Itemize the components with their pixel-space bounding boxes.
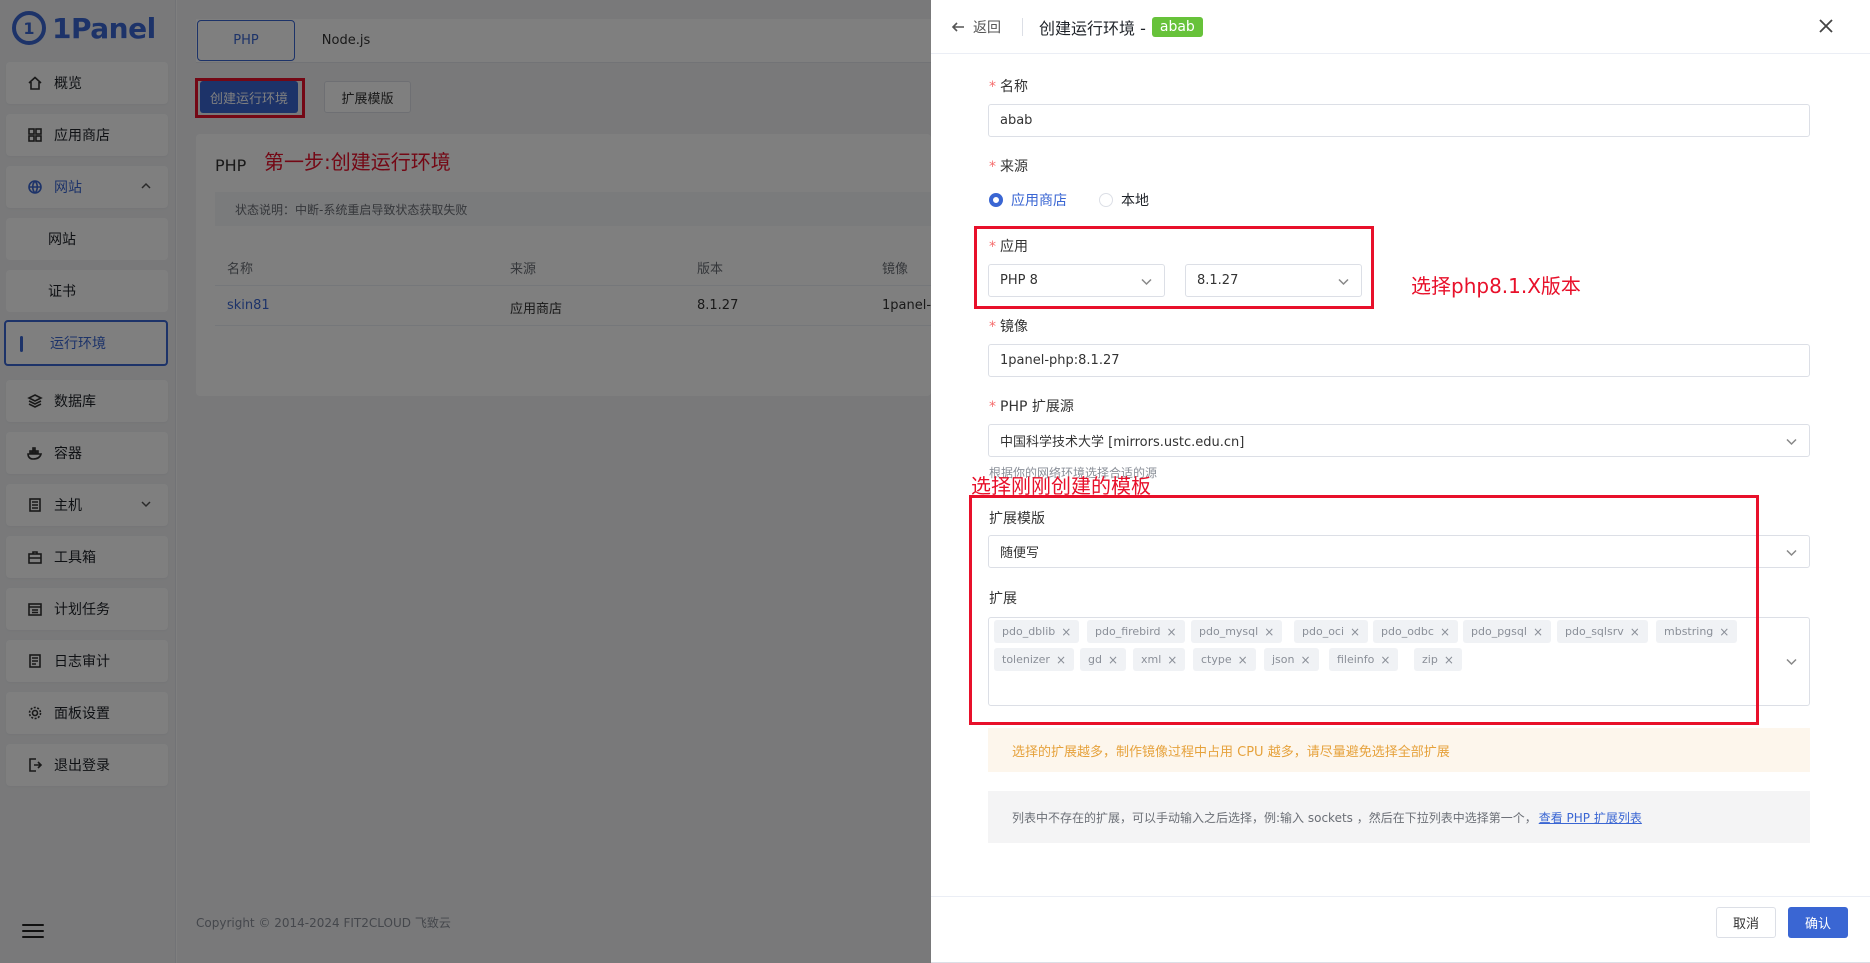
template-select[interactable]: 随便写: [988, 535, 1810, 568]
annotation-template: 选择刚刚创建的模板: [971, 474, 1151, 498]
extension-tag: pdo_mysql ×: [1191, 620, 1283, 643]
image-label: * 镜像: [989, 319, 1028, 335]
back-label: 返回: [973, 20, 1001, 36]
chevron-down-icon: [1786, 436, 1797, 447]
annotation-version: 选择php8.1.X版本: [1411, 274, 1581, 298]
ext-source-select[interactable]: 中国科学技术大学 [mirrors.ustc.edu.cn]: [988, 424, 1810, 457]
php-extension-list-link[interactable]: 查看 PHP 扩展列表: [1539, 809, 1642, 826]
extension-tag: tolenizer ×: [994, 648, 1075, 671]
name-input[interactable]: abab: [988, 104, 1810, 137]
arrow-left-icon: [951, 22, 964, 32]
extension-tag: mbstring ×: [1656, 620, 1738, 643]
close-icon[interactable]: ×: [1444, 653, 1454, 667]
source-radio-local[interactable]: 本地: [1099, 190, 1149, 210]
chevron-down-icon: [1338, 276, 1349, 287]
modal-mask[interactable]: [0, 0, 931, 963]
app-label: * 应用: [989, 239, 1028, 255]
extension-tag: json ×: [1264, 648, 1319, 671]
extension-tag: pdo_pgsql ×: [1463, 620, 1551, 643]
extension-tag: pdo_firebird ×: [1087, 620, 1185, 643]
close-icon[interactable]: ×: [1108, 653, 1118, 667]
extension-tag: pdo_odbc ×: [1373, 620, 1458, 643]
chevron-down-icon: [1141, 276, 1152, 287]
close-icon[interactable]: ×: [1167, 653, 1177, 667]
extension-tag: xml ×: [1133, 648, 1186, 671]
source-radio-group: 应用商店 本地: [989, 190, 1149, 210]
image-input[interactable]: 1panel-php:8.1.27: [988, 344, 1810, 377]
close-icon[interactable]: ×: [1533, 625, 1543, 639]
cancel-button[interactable]: 取消: [1716, 907, 1776, 938]
close-icon[interactable]: [1818, 18, 1834, 34]
extension-tag: gd ×: [1080, 648, 1127, 671]
close-icon[interactable]: ×: [1061, 625, 1071, 639]
extension-tag: fileinfo ×: [1329, 648, 1399, 671]
confirm-button[interactable]: 确认: [1788, 907, 1848, 938]
close-icon[interactable]: ×: [1264, 625, 1274, 639]
chevron-down-icon: [1786, 656, 1797, 667]
close-icon[interactable]: ×: [1301, 653, 1311, 667]
close-icon[interactable]: ×: [1380, 653, 1390, 667]
extension-tag: ctype ×: [1193, 648, 1256, 671]
extension-tag: zip ×: [1414, 648, 1462, 671]
header-divider: [1022, 18, 1023, 36]
extension-tag: pdo_sqlsrv ×: [1557, 620, 1648, 643]
drawer-title: 创建运行环境 - abab: [1039, 15, 1203, 39]
source-radio-app-store[interactable]: 应用商店: [989, 190, 1067, 210]
source-label: * 来源: [989, 159, 1028, 175]
create-runtime-drawer: 返回 创建运行环境 - abab * 名称 abab * 来源 应用商店 本地 * 应…: [931, 0, 1870, 963]
extension-tag: pdo_oci ×: [1294, 620, 1369, 643]
drawer-footer-divider: [931, 896, 1870, 897]
close-icon[interactable]: ×: [1719, 625, 1729, 639]
close-icon[interactable]: ×: [1440, 625, 1450, 639]
chevron-down-icon: [1786, 547, 1797, 558]
close-icon[interactable]: ×: [1630, 625, 1640, 639]
ext-source-label: * PHP 扩展源: [989, 399, 1074, 415]
close-icon[interactable]: ×: [1238, 653, 1248, 667]
extension-tag: pdo_dblib ×: [994, 620, 1080, 643]
back-button[interactable]: 返回: [951, 17, 1001, 37]
warning-alert: 选择的扩展越多，制作镜像过程中占用 CPU 越多，请尽量避免选择全部扩展: [988, 728, 1810, 772]
close-icon[interactable]: ×: [1056, 653, 1066, 667]
drawer-title-text: 创建运行环境 -: [1039, 19, 1146, 38]
drawer-header: 返回 创建运行环境 - abab: [931, 0, 1870, 54]
close-icon[interactable]: ×: [1350, 625, 1360, 639]
extensions-multiselect[interactable]: pdo_dblib × pdo_firebird × pdo_mysql × pdo_…: [988, 617, 1810, 706]
close-icon[interactable]: ×: [1167, 625, 1177, 639]
extensions-label: 扩展: [989, 591, 1017, 607]
app-select[interactable]: PHP 8: [988, 264, 1165, 297]
name-label: * 名称: [989, 79, 1028, 95]
runtime-name-tag: abab: [1151, 17, 1203, 37]
version-select[interactable]: 8.1.27: [1185, 264, 1362, 297]
template-label: 扩展模版: [989, 511, 1045, 527]
info-alert: 列表中不存在的扩展，可以手动输入之后选择，例:输入 sockets ，然后在下拉…: [988, 791, 1810, 843]
